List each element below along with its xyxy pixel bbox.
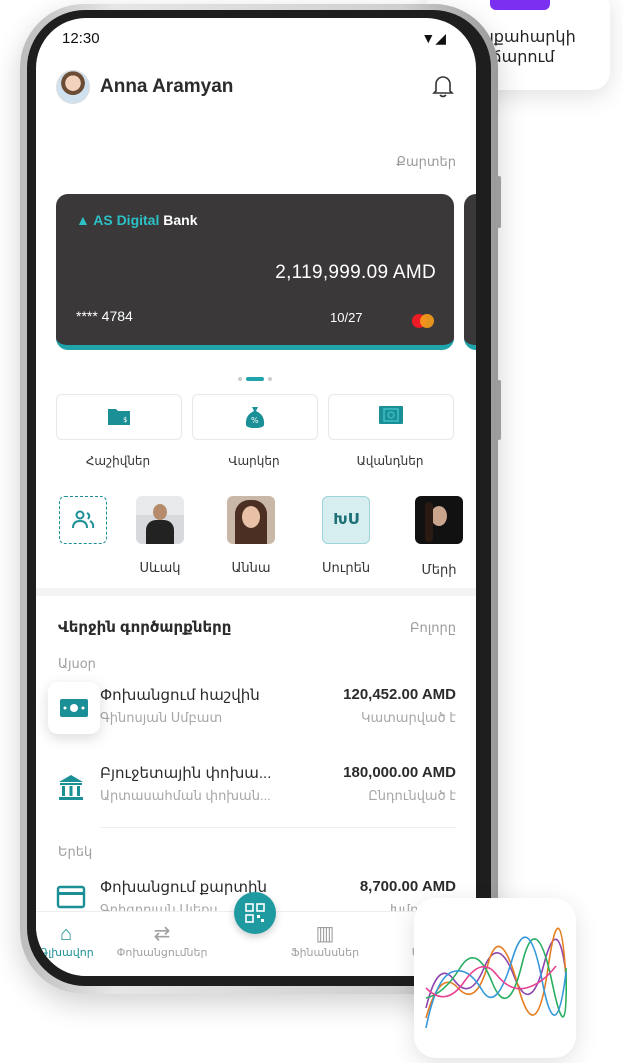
card-icon (56, 885, 86, 909)
bank-logo: ▲ AS Digital Bank (76, 212, 198, 228)
wallet-icon: $ (108, 409, 130, 425)
analytics-chart-card[interactable] (414, 898, 576, 1058)
transfer-arrows-icon: ⇄ (153, 923, 171, 945)
tx-amount: 180,000.00 AMD (343, 764, 456, 781)
contacts-row: Սևակ Աննա ԽՍ Սուրեն Մերի (36, 496, 476, 578)
quick-loans[interactable]: % Վարկեր (192, 394, 318, 468)
tx-title: Փոխանցում հաշվին (100, 687, 260, 704)
transaction-row[interactable]: Բյուջետային փոխա... Արտասահման փոխան... … (36, 762, 476, 828)
users-icon (72, 510, 95, 529)
tx-amount: 120,452.00 AMD (343, 686, 456, 703)
contact-name: Աննա (231, 560, 271, 575)
cash-icon (60, 699, 88, 717)
mastercard-icon (412, 314, 438, 330)
row-separator (100, 827, 456, 828)
contact-name: Մերի (421, 562, 457, 577)
tx-status: Կատարված է (360, 710, 456, 725)
volume-button (496, 176, 501, 228)
bank-building-icon (59, 775, 83, 800)
qr-icon (245, 903, 265, 923)
section-divider (36, 588, 476, 596)
tx-title: Բյուջետային փոխա... (100, 765, 272, 782)
user-name: Anna Aramyan (100, 76, 234, 97)
safe-icon (379, 406, 403, 424)
nav-label: Փոխանցումներ (116, 947, 208, 959)
quick-deposits[interactable]: Ավանդներ (328, 394, 454, 468)
group-label-yesterday: Երեկ (58, 844, 93, 859)
chart-box-icon: ▥ (315, 923, 335, 945)
contact-sevak[interactable]: Սևակ (131, 496, 189, 576)
nav-home[interactable]: ⌂ Գլխավոր (40, 922, 94, 959)
tx-status: Ընդունված է (368, 788, 456, 803)
contact-photo (415, 496, 463, 544)
purple-accent (490, 0, 550, 10)
contact-suren[interactable]: ԽՍ Սուրեն (317, 496, 375, 576)
contact-meri[interactable]: Մերի (410, 496, 468, 578)
user-avatar[interactable] (56, 70, 90, 104)
group-label-today: Այսօր (58, 656, 96, 671)
svg-text:$: $ (123, 416, 127, 424)
quick-label: Հաշիվներ (85, 454, 151, 468)
nav-transfers[interactable]: ⇄ Փոխանցումներ (112, 922, 212, 959)
tx-subtitle: Գինոսյան Սմբատ (100, 710, 223, 725)
quick-label: Վարկեր (228, 454, 280, 468)
carousel-dots (236, 370, 274, 381)
tx-amount: 8,700.00 AMD (359, 878, 456, 895)
nav-finances[interactable]: ▥ Ֆինանսներ (280, 922, 370, 959)
quick-accounts[interactable]: $ Հաշիվներ (56, 394, 182, 468)
money-bag-icon: % (245, 407, 265, 428)
add-contact-button[interactable] (54, 496, 112, 544)
card-expiry: 10/27 (330, 310, 363, 325)
contact-photo (227, 496, 275, 544)
phone-screen: 12:30 ▼◢ Anna Aramyan Քարտեր ▲ AS Digita… (36, 18, 476, 976)
recent-transactions-title: Վերջին գործարքները (58, 619, 232, 636)
next-card-peek[interactable] (464, 194, 476, 350)
qr-scan-button[interactable] (234, 892, 276, 934)
bell-icon[interactable] (432, 74, 454, 98)
contact-anna[interactable]: Աննա (222, 496, 280, 576)
nav-label: Ֆինանսներ (290, 947, 360, 959)
line-chart-graphic (425, 927, 568, 1029)
cash-icon-tile (48, 682, 100, 734)
card-balance: 2,119,999.09 AMD (275, 262, 436, 283)
bank-card[interactable]: ▲ AS Digital Bank 2,119,999.09 AMD **** … (56, 194, 454, 350)
home-icon: ⌂ (59, 923, 73, 945)
svg-text:%: % (251, 416, 259, 425)
header: Anna Aramyan (36, 66, 476, 124)
status-time: 12:30 (62, 30, 100, 47)
transaction-row[interactable]: Փոխանցում հաշվին Գինոսյան Սմբատ 120,452.… (36, 684, 476, 742)
quick-label: Ավանդներ (356, 454, 424, 468)
bottom-nav: ⌂ Գլխավոր ⇄ Փոխանցումներ ▥ Ֆինանսներ Ա (36, 892, 476, 976)
contact-photo (136, 496, 184, 544)
all-transactions-link[interactable]: Բոլորը (410, 620, 456, 636)
contact-name: Սուրեն (321, 560, 371, 575)
tx-subtitle: Արտասահման փոխան... (100, 788, 271, 803)
contact-name: Սևակ (139, 560, 181, 575)
card-number: **** 4784 (76, 308, 133, 324)
cards-link[interactable]: Քարտեր (396, 154, 456, 170)
nav-label: Գլխավոր (40, 947, 94, 959)
power-button (496, 380, 501, 440)
contact-initials-badge: ԽՍ (322, 496, 370, 544)
tx-title: Փոխանցում քարտին (100, 879, 267, 896)
signal-wifi-icon: ▼◢ (421, 30, 446, 46)
